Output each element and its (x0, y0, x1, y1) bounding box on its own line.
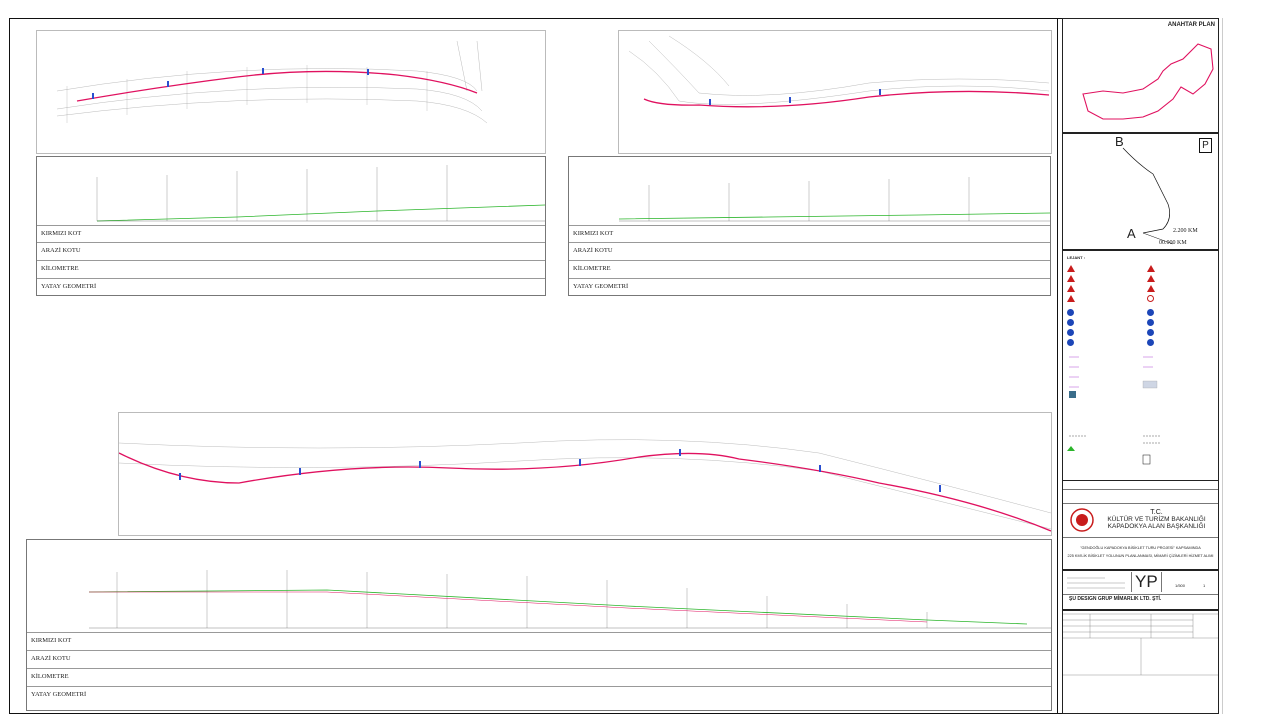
warning-sign-icon (1067, 295, 1075, 302)
mandatory-sign-icon (1067, 329, 1074, 336)
profile-2-chart (618, 177, 1050, 222)
drawing-code-box: YP 1/500 1 ŞU DESIGN GRUP MİMARLIK LTD. … (1062, 570, 1219, 610)
profile-3-chart (88, 570, 1051, 629)
parking-sign: P (1199, 138, 1212, 153)
revision-row-2 (1063, 489, 1218, 504)
row-label-red-elevation-3: KIRMIZI KOT (31, 637, 72, 644)
row-label-ground-elevation-3: ARAZİ KOTU (31, 655, 71, 662)
row-label-red-elevation-2: KIRMIZI KOT (573, 230, 614, 237)
institution-line-3: KAPADOKYA ALAN BAŞKANLIĞI (1107, 523, 1206, 530)
drawing-scale: 1/500 (1175, 583, 1186, 588)
key-plan-title: ANAHTAR PLAN (1167, 22, 1215, 28)
plan-view-3-drawing (118, 439, 1052, 532)
drawing-sheet: KIRMIZI KOT ARAZİ KOTU KİLOMETRE YATAY G… (0, 0, 1280, 722)
plan-view-2-drawing (628, 35, 1050, 108)
project-desc-line-2: 225 KM'LİK BİSİKLET YOLUNUN PLANLANMASI,… (1067, 554, 1214, 558)
warning-sign-icon (1067, 265, 1075, 272)
institution-box: T.C. KÜLTÜR VE TURİZM BAKANLIĞI KAPADOKY… (1062, 480, 1219, 570)
profile-table-2: KIRMIZI KOT ARAZİ KOTU KİLOMETRE YATAY G… (568, 156, 1051, 296)
key-plan-box: ANAHTAR PLAN (1062, 18, 1219, 133)
row-label-ground-elevation-2: ARAZİ KOTU (573, 247, 613, 254)
mandatory-sign-icon (1067, 339, 1074, 346)
prohibition-sign-icon (1147, 295, 1154, 302)
row-label-kilometer-2: KİLOMETRE (573, 265, 611, 272)
profile-table-1: KIRMIZI KOT ARAZİ KOTU KİLOMETRE YATAY G… (36, 156, 546, 296)
institution-line-2: KÜLTÜR VE TURİZM BAKANLIĞI (1107, 516, 1206, 523)
warning-sign-icon (1147, 275, 1155, 282)
ministry-logo-icon (1070, 508, 1094, 532)
bike-route-line-3 (118, 452, 1052, 532)
row-label-horizontal-geometry-2: YATAY GEOMETRİ (573, 283, 629, 290)
mandatory-sign-icon (1147, 329, 1154, 336)
km-end-label: 2.200 KM (1173, 228, 1198, 234)
legend-title: LEJANT : (1067, 255, 1085, 260)
institution-line-1: T.C. (1150, 509, 1163, 516)
row-label-kilometer: KİLOMETRE (41, 265, 79, 272)
right-border-strip (1222, 18, 1223, 714)
route-sketch-box: B P 2.200 KM A 00.000 KM (1062, 133, 1219, 250)
row-label-horizontal-geometry-3: YATAY GEOMETRİ (31, 691, 87, 698)
profile-table-3: KIRMIZI KOT ARAZİ KOTU KİLOMETRE YATAY G… (26, 539, 1052, 711)
warning-sign-icon (1067, 285, 1075, 292)
signature-table (1062, 610, 1219, 714)
mandatory-sign-icon (1147, 339, 1154, 346)
warning-sign-icon (1147, 265, 1155, 272)
mandatory-sign-icon (1067, 309, 1074, 316)
km-start-label: 00.000 KM (1159, 240, 1187, 246)
legend-lines (1067, 356, 1161, 465)
mandatory-sign-icon (1147, 309, 1154, 316)
signature-grid (1063, 613, 1218, 676)
mandatory-sign-icon (1147, 319, 1154, 326)
plan-view-1 (36, 30, 546, 154)
row-label-red-elevation: KIRMIZI KOT (41, 230, 82, 237)
point-a-label: A (1127, 226, 1136, 241)
legend-box: LEJANT : (1062, 250, 1219, 480)
mandatory-sign-icon (1067, 319, 1074, 326)
drawing-info (1065, 573, 1130, 595)
row-label-ground-elevation: ARAZİ KOTU (41, 247, 81, 254)
drawing-code: YP (1131, 572, 1162, 592)
project-desc-line-1: "GENDOĞLU KAPADOKYA BİSİKLET TURU PROJES… (1080, 546, 1201, 550)
row-label-horizontal-geometry: YATAY GEOMETRİ (41, 283, 97, 290)
point-b-label: B (1115, 134, 1124, 149)
plan-view-1-drawing (56, 40, 488, 124)
bike-route-line (76, 70, 478, 102)
company-name: ŞU DESIGN GRUP MİMARLIK LTD. ŞTİ. (1069, 596, 1162, 602)
key-plan-map (1082, 43, 1214, 120)
plan-view-2 (618, 30, 1052, 154)
drawing-page: 1 (1203, 583, 1206, 588)
warning-sign-icon (1147, 285, 1155, 292)
plan-view-3 (118, 412, 1052, 536)
row-label-kilometer-3: KİLOMETRE (31, 673, 69, 680)
warning-sign-icon (1067, 275, 1075, 282)
profile-1-chart (96, 165, 545, 222)
